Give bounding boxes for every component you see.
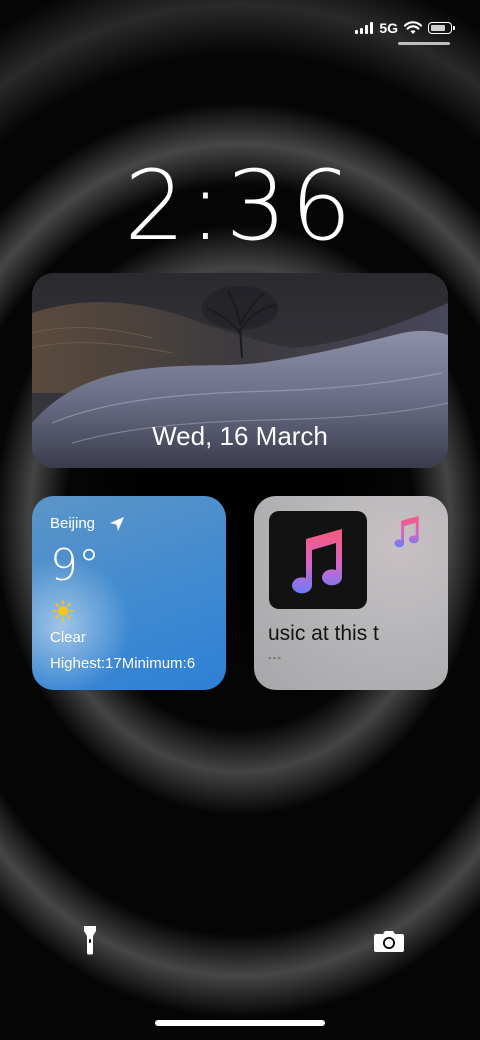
- camera-icon: [374, 931, 404, 952]
- music-note-graphic: [292, 529, 343, 594]
- music-note-icon: [394, 515, 419, 548]
- network-type-label: 5G: [379, 20, 398, 36]
- music-track-artist: ---: [268, 652, 282, 664]
- status-bar: 5G: [355, 16, 455, 40]
- photo-date-widget[interactable]: Wed, 16 March: [32, 273, 448, 468]
- flashlight-button[interactable]: [70, 920, 110, 960]
- battery-icon: [428, 22, 455, 34]
- camera-button[interactable]: [368, 920, 410, 962]
- weather-widget[interactable]: Beijing 9° Clear Highest:17Minimum:6: [32, 496, 226, 690]
- sun-icon: [52, 600, 74, 622]
- flashlight-icon: [84, 926, 96, 955]
- apple-music-icon[interactable]: [269, 511, 367, 609]
- battery-level: [431, 25, 446, 31]
- lock-screen-clock: 2:36: [124, 150, 356, 262]
- location-arrow-icon: [110, 516, 125, 531]
- signal-bars-icon: [355, 22, 374, 34]
- home-indicator[interactable]: [155, 1020, 325, 1026]
- weather-condition: Clear: [50, 629, 86, 646]
- wifi-icon: [404, 21, 422, 34]
- weather-temperature: 9°: [50, 540, 100, 591]
- status-indicator-line: [398, 42, 450, 45]
- weather-city: Beijing: [50, 515, 96, 532]
- music-widget[interactable]: usic at this t ---: [254, 496, 448, 690]
- music-track-title: usic at this t: [268, 622, 379, 645]
- weather-temp-range: Highest:17Minimum:6: [50, 655, 196, 672]
- photo-widget-date: Wed, 16 March: [152, 421, 328, 451]
- weather-location: Beijing: [50, 515, 125, 532]
